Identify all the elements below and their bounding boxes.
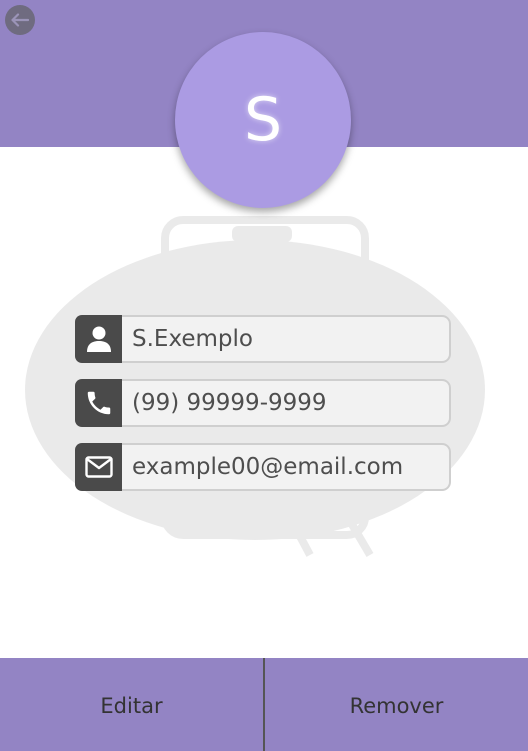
edit-button[interactable]: Editar [0,658,263,751]
email-field [75,443,451,491]
avatar-initial: S [243,85,283,155]
avatar: S [175,32,351,208]
phone-field [75,379,451,427]
name-field-icon-box [75,315,123,363]
phone-icon [87,391,111,415]
name-input[interactable] [122,315,451,363]
remove-button[interactable]: Remover [265,658,528,751]
email-field-icon-box [75,443,123,491]
name-field [75,315,451,363]
arrow-left-icon [11,13,29,27]
user-icon [87,326,111,352]
email-input[interactable] [122,443,451,491]
footer-bar: Editar Remover [0,658,528,751]
back-button[interactable] [5,5,35,35]
mail-icon [85,456,113,478]
phone-input[interactable] [122,379,451,427]
phone-field-icon-box [75,379,123,427]
